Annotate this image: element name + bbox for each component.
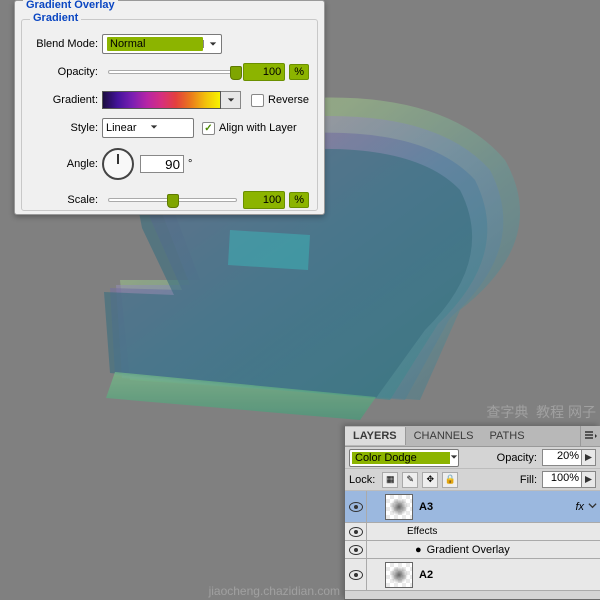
- blend-mode-select[interactable]: Normal: [102, 34, 222, 54]
- percent-label: %: [289, 64, 309, 80]
- fx-badge[interactable]: fx: [575, 501, 584, 513]
- watermark-url: jiaocheng.chazidian.com: [209, 584, 340, 598]
- eye-icon: [349, 502, 363, 512]
- lock-move-icon[interactable]: ✥: [422, 472, 438, 488]
- watermark: 查字典 教程 网子: [486, 402, 596, 422]
- layer-row-a3[interactable]: A3 fx: [345, 491, 600, 523]
- percent-label: %: [289, 192, 309, 208]
- lock-label: Lock:: [349, 474, 375, 486]
- blend-mode-label: Blend Mode:: [30, 38, 102, 50]
- layer-effects-row[interactable]: Effects: [345, 523, 600, 541]
- gradient-fieldset: Gradient Blend Mode: Normal Opacity: 100…: [21, 19, 318, 211]
- tab-layers[interactable]: LAYERS: [345, 427, 406, 445]
- eye-icon: [349, 570, 363, 580]
- style-label: Style:: [30, 122, 102, 134]
- gradient-overlay-dialog: Gradient Overlay Gradient Blend Mode: No…: [14, 0, 325, 215]
- blend-mode-value: Normal: [107, 37, 203, 51]
- layer-opacity-label: Opacity:: [497, 452, 537, 464]
- tab-channels[interactable]: CHANNELS: [406, 427, 482, 445]
- fx-collapse-icon[interactable]: [588, 501, 600, 513]
- effects-label: Effects: [407, 526, 437, 537]
- chevron-down-icon: [150, 122, 194, 134]
- reverse-checkbox[interactable]: [251, 94, 264, 107]
- degree-label: °: [188, 158, 192, 170]
- style-select[interactable]: Linear: [102, 118, 194, 138]
- fill-flyout-button[interactable]: [582, 471, 596, 488]
- layer-name: A2: [419, 569, 433, 581]
- align-label: Align with Layer: [219, 122, 297, 134]
- scale-label: Scale:: [30, 194, 102, 206]
- lock-all-icon[interactable]: 🔒: [442, 472, 458, 488]
- fill-input[interactable]: 100%: [542, 471, 582, 488]
- dialog-title: Gradient Overlay: [23, 0, 118, 11]
- layer-row-a2[interactable]: A2: [345, 559, 600, 591]
- gradient-picker[interactable]: [102, 91, 221, 109]
- tab-paths[interactable]: PATHS: [482, 427, 533, 445]
- opacity-value[interactable]: 100: [243, 63, 285, 81]
- reverse-label: Reverse: [268, 94, 309, 106]
- layer-opacity-input[interactable]: 20%: [542, 449, 582, 466]
- lock-transparency-icon[interactable]: ▦: [382, 472, 398, 488]
- opacity-label: Opacity:: [30, 66, 102, 78]
- chevron-down-icon: [203, 40, 221, 48]
- opacity-slider[interactable]: [108, 70, 237, 74]
- group-label: Gradient: [30, 12, 81, 24]
- lock-brush-icon[interactable]: ✎: [402, 472, 418, 488]
- effect-name: Gradient Overlay: [427, 544, 510, 556]
- visibility-toggle[interactable]: [345, 523, 367, 540]
- gradient-dropdown-button[interactable]: [221, 91, 241, 109]
- layer-thumb[interactable]: [385, 494, 413, 520]
- slider-thumb-icon[interactable]: [230, 66, 242, 80]
- angle-dial[interactable]: [102, 148, 134, 180]
- layer-blend-mode-select[interactable]: Color Dodge: [349, 449, 459, 467]
- fill-label: Fill:: [520, 474, 537, 486]
- angle-input[interactable]: [140, 155, 184, 173]
- visibility-toggle[interactable]: [345, 491, 367, 522]
- visibility-toggle[interactable]: [345, 559, 367, 590]
- scale-value[interactable]: 100: [243, 191, 285, 209]
- effect-bullet-icon: ●: [415, 544, 422, 556]
- chevron-down-icon: [450, 452, 458, 464]
- scale-slider[interactable]: [108, 198, 237, 202]
- layer-list: A3 fx Effects ● Gradient Overlay A2: [345, 491, 600, 591]
- eye-icon: [349, 545, 363, 555]
- angle-label: Angle:: [30, 158, 102, 170]
- panel-menu-button[interactable]: [580, 426, 600, 447]
- opacity-flyout-button[interactable]: [582, 449, 596, 466]
- gradient-label: Gradient:: [30, 94, 102, 106]
- layer-blend-value: Color Dodge: [352, 452, 450, 464]
- layer-thumb[interactable]: [385, 562, 413, 588]
- layer-effect-gradient-overlay[interactable]: ● Gradient Overlay: [345, 541, 600, 559]
- visibility-toggle[interactable]: [345, 541, 367, 558]
- style-value: Linear: [106, 122, 150, 134]
- layers-panel: LAYERS CHANNELS PATHS Color Dodge Opacit…: [344, 426, 600, 600]
- layer-name: A3: [419, 501, 433, 513]
- slider-thumb-icon[interactable]: [167, 194, 179, 208]
- panel-tabs: LAYERS CHANNELS PATHS: [345, 426, 600, 447]
- eye-icon: [349, 527, 363, 537]
- align-checkbox[interactable]: [202, 122, 215, 135]
